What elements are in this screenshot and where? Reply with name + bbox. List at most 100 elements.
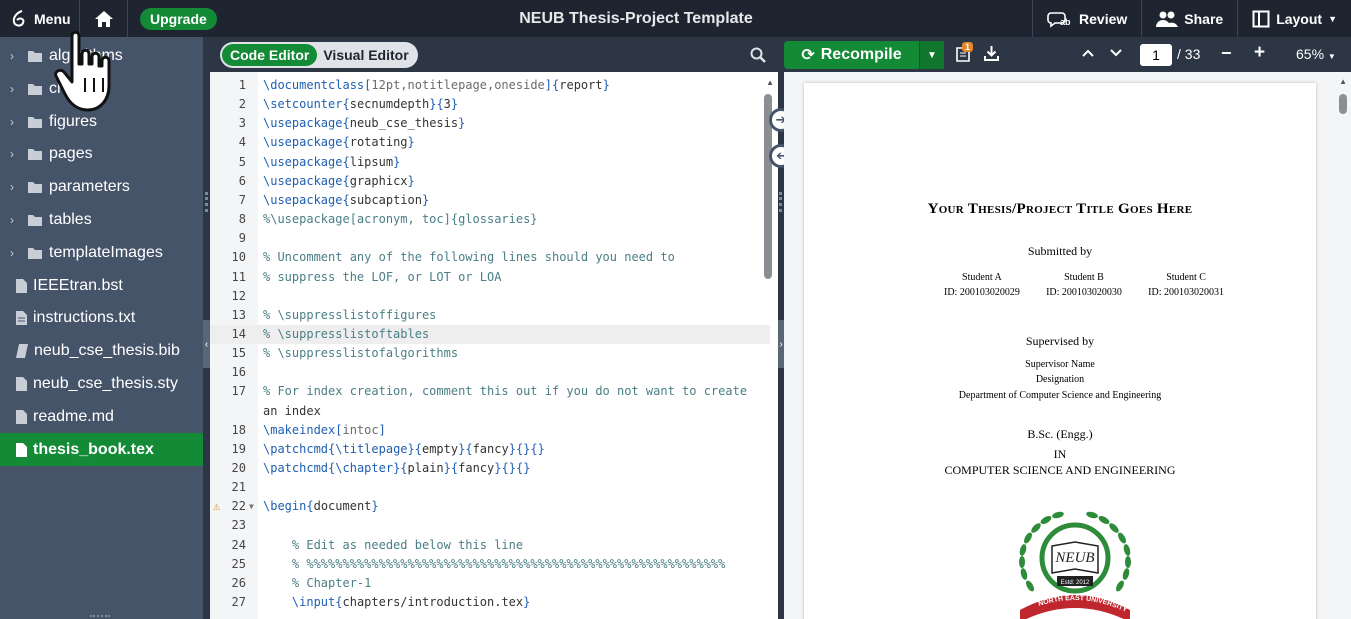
line-number: 26 [231,575,246,590]
code-line[interactable]: 4 \usepackage{rotating} [210,133,770,152]
editor-mode-toggle[interactable]: Code Editor Visual Editor [220,42,418,68]
file-label: neub_cse_thesis.bib [34,341,180,359]
folder-label: tables [49,210,92,228]
zoom-out-button[interactable]: − [1221,43,1232,64]
pdf-scrollbar[interactable] [1339,94,1347,114]
drag-handle-icon [205,192,208,212]
scroll-up-icon[interactable]: ▲ [1339,77,1347,86]
folder-item[interactable]: › pages [0,137,203,170]
resize-handle[interactable] [90,615,110,619]
file-item[interactable]: neub_cse_thesis.bib [0,334,203,367]
code-line[interactable]: 19 \patchcmd{\titlepage}{empty}{fancy}{}{… [210,440,770,459]
code-line[interactable]: 2 \setcounter{secnumdepth}{3} [210,95,770,114]
file-item[interactable]: neub_cse_thesis.sty [0,367,203,400]
recompile-button[interactable]: ⟳ Recompile [784,41,919,69]
code-text: \usepackage{lipsum} [263,154,401,169]
code-line[interactable]: 14 % \suppresslistoftables [210,324,770,344]
student-entry: Student B ID: 200103020030 [1046,270,1122,300]
supervisor-designation: Designation [1035,374,1085,385]
home-icon [94,10,113,27]
line-number: 23 [231,518,246,533]
code-text: % \suppresslistoftables [263,326,430,341]
page-number-input[interactable] [1140,44,1172,66]
chevron-right-icon: › [10,245,14,260]
code-line[interactable]: 24 % Edit as needed below this line [210,536,770,555]
tree-editor-splitter[interactable]: ‹ [203,37,210,619]
hand-cursor-icon [54,30,111,112]
code-editor-tab[interactable]: Code Editor [222,44,318,66]
code-line[interactable]: 8 %\usepackage[acronym, toc]{glossaries} [210,210,770,229]
chevron-down-icon: ▼ [1327,52,1336,61]
people-icon [1156,11,1179,27]
pdf-viewer[interactable]: Your Thesis/Project Title Goes Here Subm… [784,72,1351,619]
share-button[interactable]: Share [1141,0,1237,37]
zoom-level-select[interactable]: 65% ▼ [1296,46,1336,62]
code-editor[interactable]: 1 \documentclass[12pt,notitlepage,oneside… [210,72,778,619]
code-line[interactable]: 27 \input{chapters/introduction.tex} [210,593,770,612]
file-item-active[interactable]: thesis_book.tex [0,433,203,466]
zoom-in-button[interactable]: + [1254,42,1265,64]
folder-item[interactable]: › tables [0,203,203,236]
scroll-up-icon[interactable]: ▲ [766,78,774,87]
code-line[interactable]: 12 [210,287,770,306]
code-line[interactable]: 25 % %%%%%%%%%%%%%%%%%%%%%%%%%%%%%%%%%%%… [210,555,770,574]
file-item[interactable]: instructions.txt [0,301,203,334]
file-icon [16,376,27,391]
submitted-by-label: Submitted by [1027,244,1093,258]
file-item[interactable]: IEEEtran.bst [0,269,203,302]
file-icon [16,442,27,457]
menu-label: Menu [34,10,71,27]
search-icon[interactable] [750,47,766,63]
line-number: 21 [231,480,246,495]
collapse-tree-button[interactable]: ‹ [203,320,210,368]
line-number: 16 [231,365,246,380]
folder-item[interactable]: › parameters [0,170,203,203]
recompile-options-button[interactable]: ▼ [919,41,944,69]
line-number: 7 [238,192,246,207]
code-line[interactable]: 7 \usepackage{subcaption} [210,191,770,210]
code-line[interactable]: 21 [210,478,770,497]
download-icon[interactable] [984,46,999,61]
code-line[interactable]: 17 % For index creation, comment this out… [210,382,770,401]
code-line[interactable]: 11 % suppress the LOF, or LOT or LOA [210,268,770,287]
code-line[interactable]: 16 [210,363,770,382]
folder-label: pages [49,144,93,162]
line-number: 11 [231,269,246,284]
code-line[interactable]: 3 \usepackage{neub_cse_thesis} [210,114,770,133]
code-line[interactable]: 15 % \suppresslistofalgorithms [210,344,770,363]
code-line[interactable]: an index [210,402,770,421]
review-button[interactable]: ab Review [1032,0,1141,37]
upgrade-button[interactable]: Upgrade [140,7,217,30]
chevron-right-icon: › [10,48,14,63]
chevron-right-icon: › [10,179,14,194]
student-name: Student C [1166,272,1206,283]
student-id: ID: 200103020031 [1148,287,1224,298]
chevron-up-icon[interactable] [1082,47,1094,59]
chevron-down-icon[interactable] [1110,47,1122,59]
code-line[interactable]: 9 [210,229,770,248]
share-label: Share [1184,10,1224,27]
chevron-down-icon: ▼ [927,49,937,61]
folder-item[interactable]: › templateImages [0,236,203,269]
line-number: 17 [231,384,246,399]
code-line[interactable]: 6 \usepackage{graphicx} [210,172,770,191]
supervisor-name: Supervisor Name [1025,359,1095,370]
layout-button[interactable]: Layout ▼ [1237,0,1351,37]
code-line[interactable]: 13 % \suppresslistoffigures [210,306,770,325]
folder-icon [28,83,42,95]
line-number: 4 [238,135,246,150]
file-item[interactable]: readme.md [0,400,203,433]
student-id: ID: 200103020029 [944,287,1020,298]
code-line[interactable]: 26 % Chapter-1 [210,574,770,593]
code-line[interactable]: 18 \makeindex[intoc] [210,421,770,440]
line-number: 27 [231,595,246,610]
code-line[interactable]: 23 [210,516,770,535]
line-number: 13 [231,307,246,322]
code-line[interactable]: ⚠ ▼ 22 \begin{document} [210,497,770,516]
visual-editor-tab[interactable]: Visual Editor [317,44,414,66]
code-line[interactable]: 1 \documentclass[12pt,notitlepage,oneside… [210,76,770,95]
code-line[interactable]: 5 \usepackage{lipsum} [210,153,770,172]
code-line[interactable]: 20 \patchcmd{\chapter}{plain}{fancy}{}{} [210,459,770,478]
code-line[interactable]: 10 % Uncomment any of the following lines… [210,248,770,267]
fold-arrow-icon[interactable]: ▼ [249,497,254,516]
